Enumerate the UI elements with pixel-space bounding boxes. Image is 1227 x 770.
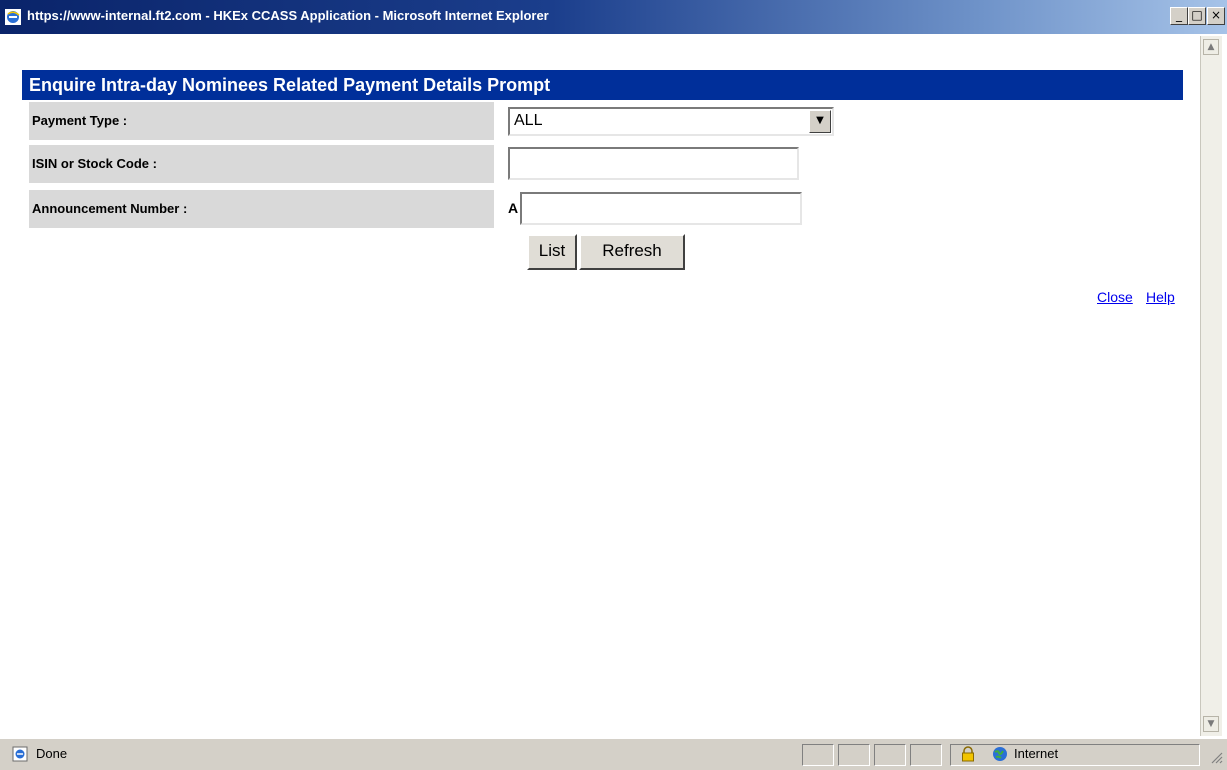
announcement-number-label: Announcement Number : xyxy=(29,190,494,228)
status-pane xyxy=(838,744,870,766)
maximize-button[interactable]: □ xyxy=(1188,7,1206,25)
scroll-up-arrow-icon[interactable]: ▲ xyxy=(1203,39,1219,55)
close-link[interactable]: Close xyxy=(1097,289,1133,305)
window-title: https://www-internal.ft2.com - HKEx CCAS… xyxy=(27,8,549,23)
page-heading: Enquire Intra-day Nominees Related Payme… xyxy=(22,70,1183,100)
isin-stock-code-label: ISIN or Stock Code : xyxy=(29,145,494,183)
announcement-number-input[interactable] xyxy=(520,192,802,225)
vertical-scrollbar[interactable]: ▲ ▼ xyxy=(1200,36,1222,736)
status-pane xyxy=(874,744,906,766)
list-button[interactable]: List xyxy=(527,234,577,270)
payment-type-select[interactable]: ALL ▼ xyxy=(508,107,834,136)
status-pane xyxy=(910,744,942,766)
page-content xyxy=(8,36,1200,736)
announcement-prefix: A xyxy=(508,200,519,216)
status-bar: Done Internet xyxy=(0,738,1227,770)
scroll-down-arrow-icon[interactable]: ▼ xyxy=(1203,716,1219,732)
zone-pane xyxy=(950,744,1200,766)
refresh-button[interactable]: Refresh xyxy=(579,234,685,270)
resize-grip-icon[interactable] xyxy=(1207,748,1223,764)
page-done-icon xyxy=(12,746,28,762)
minimize-button[interactable]: _ xyxy=(1170,7,1188,25)
payment-type-value: ALL xyxy=(514,112,543,129)
payment-type-label: Payment Type : xyxy=(29,102,494,140)
help-link[interactable]: Help xyxy=(1146,289,1175,305)
status-text: Done xyxy=(36,746,68,761)
isin-stock-code-input[interactable] xyxy=(508,147,799,180)
browser-window: https://www-internal.ft2.com - HKEx CCAS… xyxy=(0,0,1227,770)
internet-explorer-icon xyxy=(5,9,21,25)
dropdown-arrow-icon[interactable]: ▼ xyxy=(809,110,831,133)
title-bar[interactable]: https://www-internal.ft2.com - HKEx CCAS… xyxy=(0,0,1227,34)
close-window-button[interactable]: × xyxy=(1207,7,1225,25)
status-pane xyxy=(802,744,834,766)
